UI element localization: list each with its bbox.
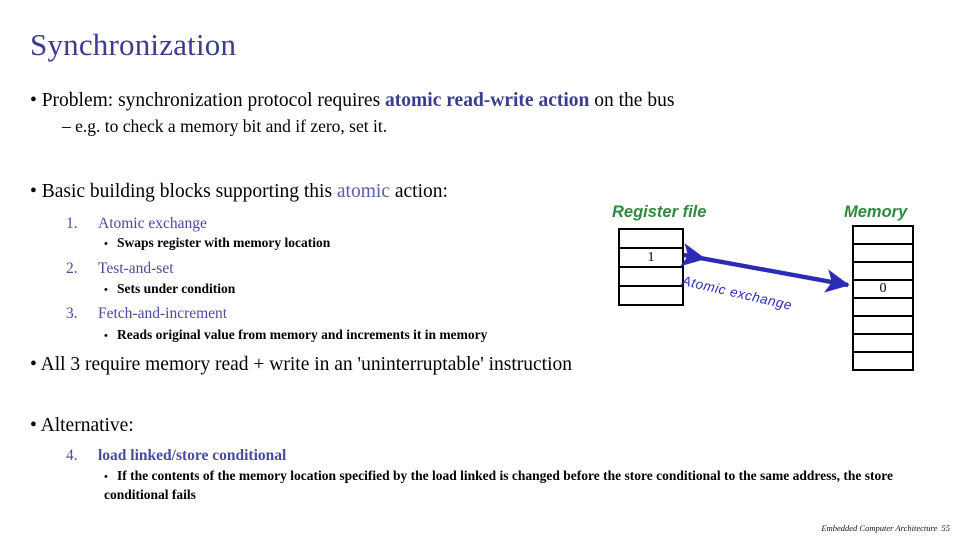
numbered-item-3-sub: • Reads original value from memory and in…	[104, 326, 487, 345]
sub-bullet-dot-icon: •	[104, 238, 108, 250]
bullet-alternative: • Alternative:	[30, 415, 134, 436]
bullet-basic-prefix: • Basic building blocks supporting this	[30, 181, 337, 202]
numbered-item-1-sub-text: Swaps register with memory location	[117, 235, 331, 250]
numbered-item-3-sub-text: Reads original value from memory and inc…	[117, 327, 488, 342]
register-cell	[620, 268, 682, 287]
atomic-exchange-arrow-label: Atomic exchange	[680, 273, 794, 313]
footer-page-number: 55	[941, 523, 951, 533]
numbered-item-2-sub-text: Sets under condition	[117, 281, 236, 296]
numbered-item-2-number: 2.	[66, 260, 78, 277]
numbered-item-1-sub: • Swaps register with memory location	[104, 234, 330, 253]
memory-cell	[854, 335, 912, 353]
numbered-item-4-sub: • If the contents of the memory location …	[104, 467, 934, 504]
bullet-problem-sub: – e.g. to check a memory bit and if zero…	[62, 116, 388, 136]
register-file-column: 1	[618, 228, 684, 306]
numbered-item-1-label: Atomic exchange	[98, 215, 207, 232]
memory-cell	[854, 299, 912, 317]
memory-cell	[854, 245, 912, 263]
numbered-item-3: 3. Fetch-and-increment	[66, 304, 227, 324]
numbered-item-2-label: Test-and-set	[98, 260, 174, 277]
sub-bullet-dot-icon: •	[104, 284, 108, 296]
register-cell: 1	[620, 249, 682, 268]
numbered-item-2: 2. Test-and-set	[66, 259, 174, 279]
memory-cell	[854, 317, 912, 335]
bullet-problem-prefix: • Problem: synchronization protocol requ…	[30, 90, 386, 111]
sub-bullet-dot-icon: •	[104, 330, 108, 342]
memory-cell	[854, 353, 912, 371]
numbered-item-1-number: 1.	[66, 215, 78, 232]
bullet-basic-blocks: • Basic building blocks supporting this …	[30, 179, 448, 204]
register-cell	[620, 287, 682, 306]
bullet-basic-suffix: action:	[389, 181, 448, 202]
page-title: Synchronization	[30, 27, 237, 62]
bullet-basic-accent: atomic	[336, 181, 390, 202]
bullet-problem-accent: atomic read-write action	[385, 90, 590, 111]
numbered-item-1: 1. Atomic exchange	[66, 214, 207, 234]
numbered-item-3-number: 3.	[66, 305, 78, 322]
numbered-item-4-sub-text: If the contents of the memory location s…	[104, 468, 893, 502]
footer-course-title: Embedded Computer Architecture	[821, 523, 938, 533]
bullet-all-three: • All 3 require memory read + write in a…	[30, 354, 572, 375]
numbered-item-2-sub: • Sets under condition	[104, 280, 235, 299]
memory-label: Memory	[844, 203, 908, 221]
memory-cell	[854, 263, 912, 281]
numbered-item-4: 4. load linked/store conditional	[66, 446, 286, 466]
slide-footer: Embedded Computer Architecture 55	[821, 523, 950, 533]
numbered-item-4-label: load linked/store conditional	[98, 447, 287, 464]
memory-cell: 0	[854, 281, 912, 299]
register-cell	[620, 230, 682, 249]
register-file-label: Register file	[612, 203, 707, 221]
slide-canvas: Synchronization • Problem: synchronizati…	[0, 0, 960, 540]
bullet-problem-suffix: on the bus	[589, 90, 675, 111]
memory-cell	[854, 227, 912, 245]
sub-bullet-dot-icon: •	[104, 471, 108, 483]
atomic-exchange-diagram: Register file Memory 1 0 Atomic exchange	[580, 195, 960, 385]
numbered-item-3-label: Fetch-and-increment	[98, 305, 228, 322]
bullet-problem: • Problem: synchronization protocol requ…	[30, 88, 674, 113]
numbered-item-4-number: 4.	[66, 447, 78, 464]
memory-column: 0	[852, 225, 914, 371]
